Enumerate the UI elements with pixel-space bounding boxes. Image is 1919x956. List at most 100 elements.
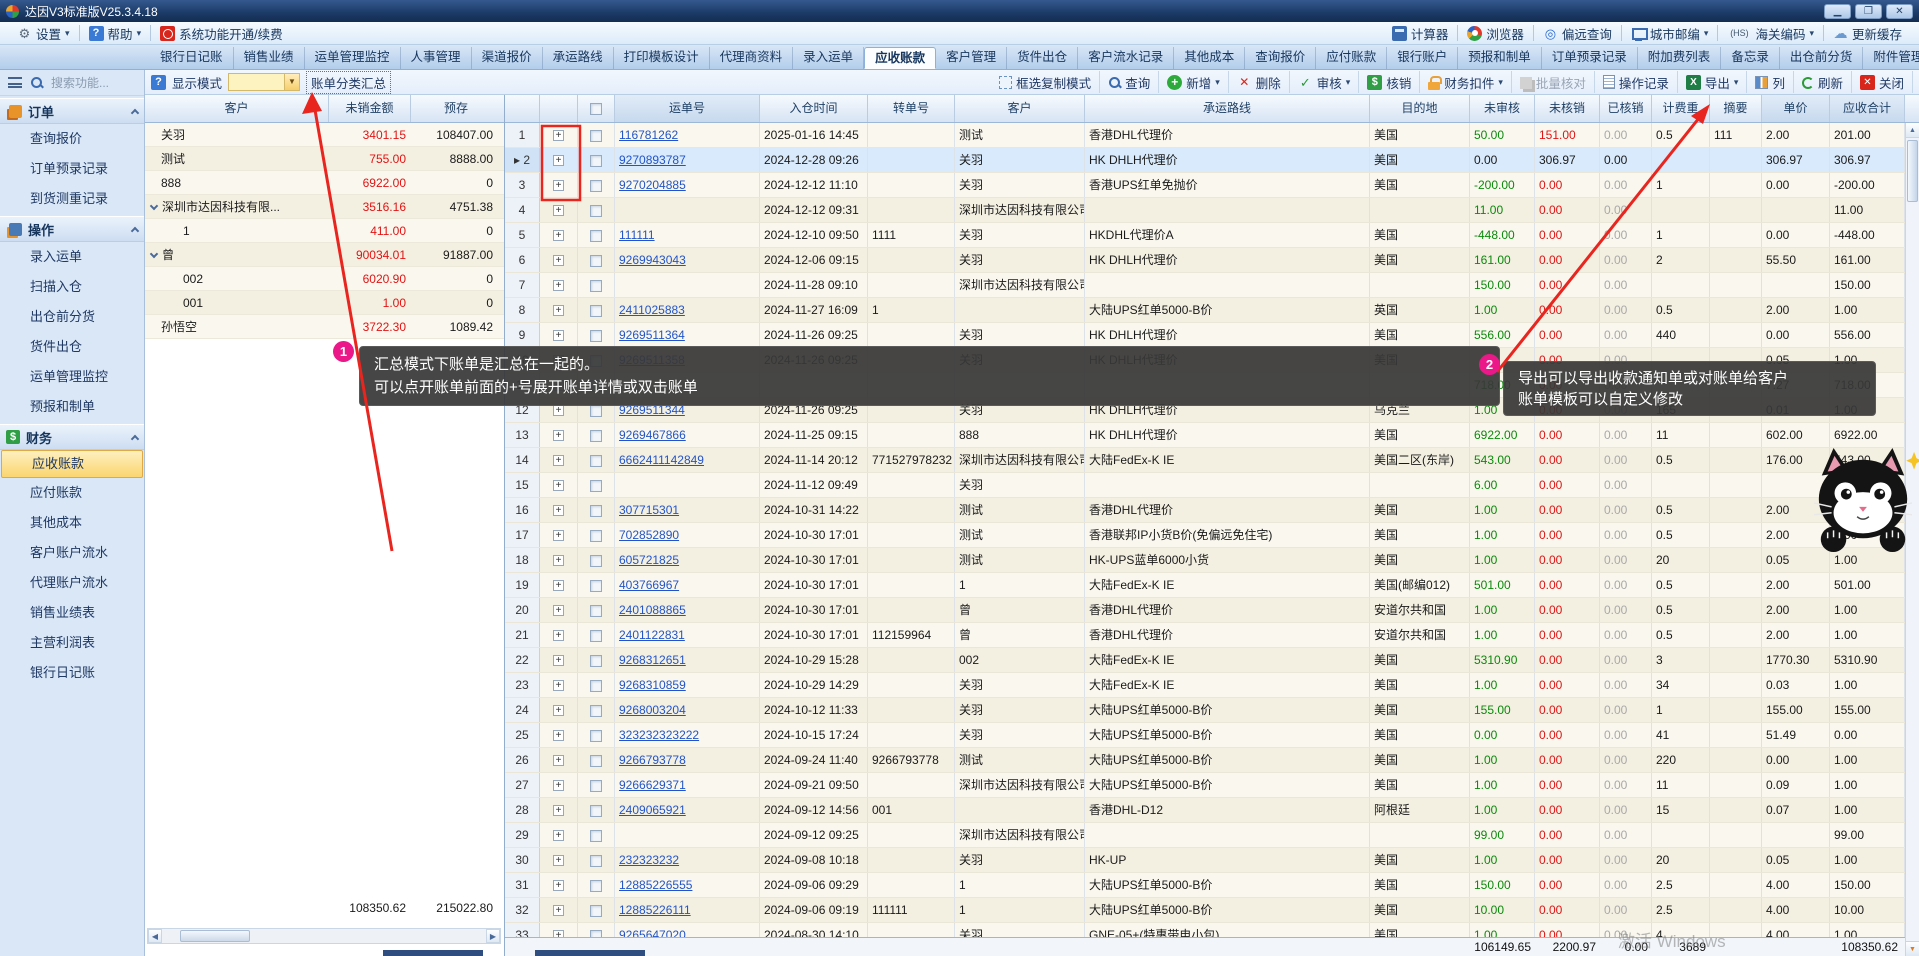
expand-plus-icon[interactable]: + [553,180,564,191]
col-未核销[interactable]: 未核销 [1535,95,1600,122]
customer-row[interactable]: 深圳市达因科技有限...3516.164751.38 [145,195,504,219]
tab-货件出仓[interactable]: 货件出仓 [1007,47,1078,69]
sidebar-item-应收账款[interactable]: 应收账款 [1,450,143,478]
row-checkbox[interactable] [590,630,602,642]
核销-button[interactable]: 核销 [1359,71,1420,93]
menu-item-偏远查询[interactable]: 偏远查询 [1534,22,1621,44]
table-row[interactable]: 16+3077153012024-10-31 14:22测试香港DHL代理价美国… [505,498,1919,523]
waybill-link[interactable]: 111111 [619,228,655,242]
expand-plus-icon[interactable]: + [553,780,564,791]
tab-附加费列表[interactable]: 附加费列表 [1638,47,1722,69]
table-row[interactable]: 4+2024-12-12 09:31深圳市达因科技有限公司11.000.000.… [505,198,1919,223]
col-应收合计[interactable]: 应收合计 [1830,95,1905,122]
row-number[interactable]: 28 [505,798,540,822]
menu-item-浏览器[interactable]: 浏览器 [1458,22,1533,44]
row-number[interactable]: 32 [505,898,540,922]
expand-plus-icon[interactable]: + [553,855,564,866]
sidebar-item-代理账户流水[interactable]: 代理账户流水 [0,568,144,598]
table-row[interactable]: 14+66624111428492024-11-14 20:1277152797… [505,448,1919,473]
waybill-link[interactable]: 2409065921 [619,803,686,817]
scroll-down-icon[interactable]: ▼ [1906,941,1919,956]
sidebar-item-其他成本[interactable]: 其他成本 [0,508,144,538]
menu-item-城市邮编[interactable]: 城市邮编▾ [1622,22,1718,44]
maximize-button[interactable]: ❐ [1855,4,1882,19]
table-row[interactable]: ▸ 2+92708937872024-12-28 09:26关羽HK DHLH代… [505,148,1919,173]
row-checkbox[interactable] [590,405,602,417]
table-row[interactable]: 17+7028528902024-10-30 17:01测试香港联邦IP小货B价… [505,523,1919,548]
row-checkbox[interactable] [590,780,602,792]
删除-button[interactable]: 删除 [1229,71,1290,93]
expand-plus-icon[interactable]: + [553,630,564,641]
expand-plus-icon[interactable]: + [553,230,564,241]
table-row[interactable]: 18+6057218252024-10-30 17:01测试HK-UPS蓝单60… [505,548,1919,573]
waybill-link[interactable]: 2401088865 [619,603,686,617]
scrollbar-thumb[interactable] [1907,140,1918,202]
row-number[interactable]: 30 [505,848,540,872]
expand-plus-icon[interactable]: + [553,605,564,616]
tab-客户流水记录[interactable]: 客户流水记录 [1078,47,1174,69]
row-number[interactable]: 7 [505,273,540,297]
sidebar-item-预报和制单[interactable]: 预报和制单 [0,392,144,422]
customer-row[interactable]: 测试755.008888.00 [145,147,504,171]
waybill-link[interactable]: 9266629371 [619,778,686,792]
row-checkbox[interactable] [590,755,602,767]
table-row[interactable]: 22+92683126512024-10-29 15:28002大陆FedEx-… [505,648,1919,673]
sidebar-item-出仓前分货[interactable]: 出仓前分货 [0,302,144,332]
menu-item-系统功能开通/续费[interactable]: 系统功能开通/续费 [151,22,291,44]
table-row[interactable]: 23+92683108592024-10-29 14:29关羽大陆FedEx-K… [505,673,1919,698]
tab-录入运单[interactable]: 录入运单 [793,47,864,69]
row-checkbox[interactable] [590,580,602,592]
expand-plus-icon[interactable]: + [553,880,564,891]
table-row[interactable]: 20+24010888652024-10-30 17:01曾香港DHL代理价安道… [505,598,1919,623]
row-number[interactable]: 4 [505,198,540,222]
expand-plus-icon[interactable]: + [553,430,564,441]
sidebar-section-订单[interactable]: 订单 [0,98,144,124]
table-row[interactable]: 28+24090659212024-09-12 14:56001香港DHL-D1… [505,798,1919,823]
expand-plus-icon[interactable]: + [553,155,564,166]
审核-button[interactable]: 审核▾ [1290,71,1360,93]
col-未审核[interactable]: 未审核 [1470,95,1535,122]
tab-备忘录[interactable]: 备忘录 [1721,47,1780,69]
tab-代理商资料[interactable]: 代理商资料 [710,47,794,69]
tab-运单管理监控[interactable]: 运单管理监控 [305,47,401,69]
tab-应付账款[interactable]: 应付账款 [1316,47,1387,69]
table-row[interactable]: 30+2323232322024-09-08 10:18关羽HK-UP美国1.0… [505,848,1919,873]
table-row[interactable]: 29+2024-09-12 09:25深圳市达因科技有限公司99.000.000… [505,823,1919,848]
row-checkbox[interactable] [590,130,602,142]
customer-row[interactable]: 关羽3401.15108407.00 [145,123,504,147]
waybill-link[interactable]: 9268003204 [619,703,686,717]
row-number[interactable]: 8 [505,298,540,322]
col-customer[interactable]: 客户 [145,95,329,122]
waybill-link[interactable]: 9270893787 [619,153,686,167]
tab-附件管理[interactable]: 附件管理 [1863,47,1919,69]
row-checkbox[interactable] [590,680,602,692]
waybill-link[interactable]: 403766967 [619,578,679,592]
导出-button[interactable]: 导出▾ [1678,71,1748,93]
tab-应收账款[interactable]: 应收账款 [864,47,936,69]
sidebar-item-银行日记账[interactable]: 银行日记账 [0,658,144,688]
操作记录-button[interactable]: 操作记录 [1595,71,1678,93]
tab-银行账户[interactable]: 银行账户 [1387,47,1458,69]
row-checkbox[interactable] [590,730,602,742]
row-number[interactable]: 19 [505,573,540,597]
col-blank[interactable] [540,95,578,122]
expand-plus-icon[interactable]: + [553,330,564,341]
expand-plus-icon[interactable]: + [553,755,564,766]
scrollbar-thumb[interactable] [180,930,250,942]
table-row[interactable]: 15+2024-11-12 09:49关羽6.000.000.006.00 [505,473,1919,498]
expand-plus-icon[interactable]: + [553,130,564,141]
row-checkbox[interactable] [590,705,602,717]
row-number[interactable]: 25 [505,723,540,747]
display-mode-input[interactable]: ▼ [228,73,300,91]
row-number[interactable]: 15 [505,473,540,497]
table-row[interactable]: 6+92699430432024-12-06 09:15关羽HK DHLH代理价… [505,248,1919,273]
scroll-right-icon[interactable]: ▶ [486,929,500,943]
row-checkbox[interactable] [590,505,602,517]
sidebar-item-到货测重记录[interactable]: 到货测重记录 [0,184,144,214]
新增-button[interactable]: 新增▾ [1159,71,1229,93]
row-checkbox[interactable] [590,280,602,292]
waybill-link[interactable]: 9269511364 [619,328,685,342]
row-number[interactable]: 18 [505,548,540,572]
close-window-button[interactable]: ✕ [1886,4,1913,19]
row-checkbox[interactable] [590,530,602,542]
